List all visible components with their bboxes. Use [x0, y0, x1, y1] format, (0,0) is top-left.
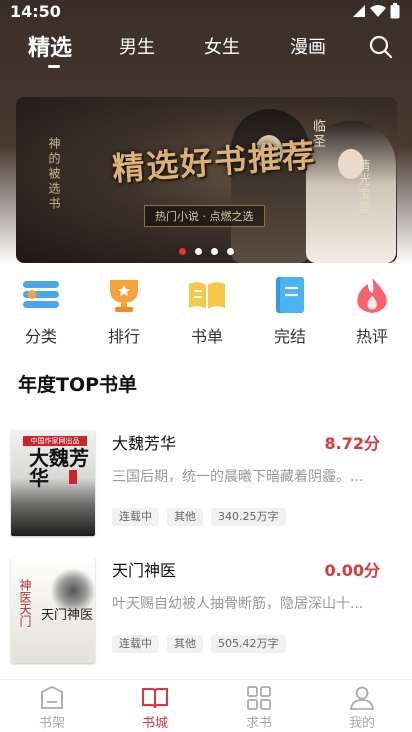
genre-tag: 其他 — [167, 508, 203, 526]
nav-label: 求书 — [245, 716, 272, 731]
status-tag: 连载中 — [112, 508, 159, 526]
genre-tag: 其他 — [167, 635, 203, 653]
banner-side-text-left: 神的被选书 — [47, 137, 61, 212]
battery-icon — [390, 3, 400, 19]
banner-pagination — [16, 248, 397, 255]
tab-featured[interactable]: 精选 — [28, 30, 72, 62]
banner-subtitle: 热门小说 · 点燃之选 — [144, 205, 265, 227]
tab-comics[interactable]: 漫画 — [290, 33, 326, 59]
status-tag: 连载中 — [112, 635, 159, 653]
flame-icon — [352, 276, 392, 314]
grid-icon — [246, 686, 272, 710]
book-score: 0.00分 — [324, 561, 380, 580]
bookshelf-icon — [39, 685, 65, 710]
book-cover[interactable]: 中国作家网出品 大魏芳华 — [11, 430, 95, 536]
quick-entry-booklist[interactable]: 书单 — [177, 276, 237, 347]
quick-entry-label: 分类 — [24, 327, 57, 346]
nav-label: 我的 — [348, 716, 375, 731]
banner-side-text-right-2: 清光宝鉴 — [357, 159, 371, 215]
search-button[interactable] — [368, 34, 394, 60]
trophy-icon — [104, 276, 144, 314]
quick-entry-hot-reviews[interactable]: 热评 — [342, 276, 402, 347]
quick-entry-completed[interactable]: 完结 — [260, 276, 320, 347]
profile-icon — [349, 686, 375, 710]
word-count-tag: 505.42万字 — [211, 635, 286, 653]
cover-seal — [69, 470, 77, 484]
tab-female[interactable]: 女生 — [204, 33, 240, 59]
banner-dot[interactable] — [195, 248, 202, 255]
nav-request-book[interactable]: 求书 — [229, 686, 289, 731]
status-time: 14:50 — [10, 2, 61, 21]
search-icon — [369, 35, 393, 59]
bottom-nav: 书架 书城 求书 我的 — [0, 679, 412, 732]
book-tags: 连载中 其他 340.25万字 — [112, 508, 286, 526]
quick-entry-label: 书单 — [190, 327, 223, 346]
tab-male[interactable]: 男生 — [119, 33, 155, 59]
quick-entry-label: 热评 — [355, 327, 388, 346]
promo-banner[interactable]: 神的被选书 临圣 清光宝鉴 精选好书推荐 热门小说 · 点燃之选 — [16, 97, 397, 263]
book-item[interactable]: 神医天门 天门神医 天门神医 0.00分 叶天赐自幼被人抽骨断筋，隐居深山十..… — [0, 557, 412, 669]
cover-publisher: 中国作家网出品 — [23, 436, 87, 446]
book-description: 三国后期，统一的晨曦下暗藏着阴霾。... — [112, 469, 364, 485]
quick-entry-label: 排行 — [107, 327, 140, 346]
nav-profile[interactable]: 我的 — [332, 686, 392, 731]
book-score: 8.72分 — [324, 434, 380, 453]
word-count-tag: 340.25万字 — [211, 508, 286, 526]
nav-bookstore[interactable]: 书城 — [125, 686, 185, 731]
wifi-icon — [370, 5, 386, 17]
book-title: 大魏芳华 — [112, 434, 177, 453]
quick-entry-category[interactable]: 分类 — [11, 276, 71, 347]
book-cover[interactable]: 神医天门 天门神医 — [11, 557, 95, 663]
cover-side-text: 神医天门 — [18, 579, 32, 627]
category-icon — [21, 276, 61, 314]
signal-icon — [353, 5, 365, 17]
quick-entries: 分类 排行 书单 完结 热评 — [0, 276, 412, 346]
bookstore-icon — [142, 686, 168, 710]
quick-entry-ranking[interactable]: 排行 — [94, 276, 154, 347]
top-tabs: 精选 男生 女生 漫画 — [0, 30, 412, 70]
book-item[interactable]: 中国作家网出品 大魏芳华 大魏芳华 8.72分 三国后期，统一的晨曦下暗藏着阴霾… — [0, 430, 412, 542]
section-title: 年度TOP书单 — [18, 374, 138, 396]
cover-title: 大魏芳华 — [29, 446, 89, 490]
nav-label: 书城 — [141, 716, 168, 731]
status-icons — [352, 3, 400, 19]
banner-dot[interactable] — [227, 248, 234, 255]
open-book-icon — [187, 276, 227, 314]
banner-dot[interactable] — [179, 248, 186, 255]
book-title: 天门神医 — [112, 561, 177, 580]
book-tags: 连载中 其他 505.42万字 — [112, 635, 286, 653]
cover-title: 天门神医 — [41, 608, 94, 623]
nav-label: 书架 — [38, 716, 65, 731]
status-bar: 14:50 — [0, 0, 412, 24]
nav-bookshelf[interactable]: 书架 — [22, 685, 82, 731]
quick-entry-label: 完结 — [273, 327, 306, 346]
banner-dot[interactable] — [211, 248, 218, 255]
completed-book-icon — [270, 276, 310, 314]
active-tab-indicator — [48, 65, 60, 68]
book-description: 叶天赐自幼被人抽骨断筋，隐居深山十... — [112, 596, 364, 612]
